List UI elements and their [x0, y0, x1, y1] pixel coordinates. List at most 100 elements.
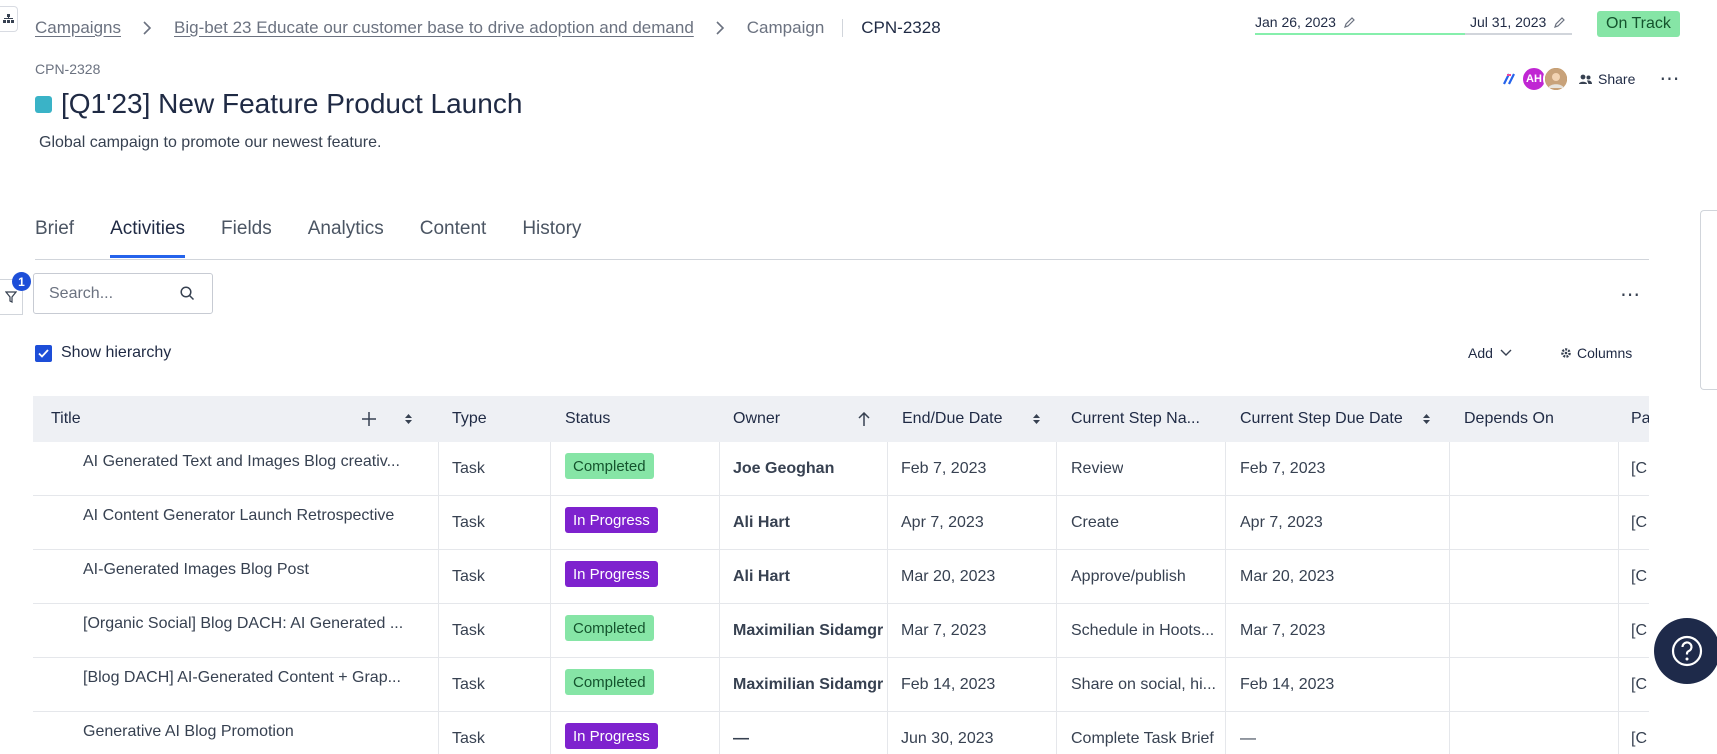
sort-icon[interactable] [1423, 396, 1430, 442]
add-button[interactable]: Add [1468, 345, 1512, 361]
show-hierarchy-toggle[interactable]: Show hierarchy [35, 344, 171, 362]
table-row[interactable]: [Blog DACH] AI-Generated Content + Grap.… [33, 658, 1649, 712]
status-badge[interactable]: Completed [565, 669, 654, 695]
campaign-id: CPN-2328 [35, 61, 101, 77]
cell-type-text: Task [452, 676, 485, 693]
column-divider [438, 442, 439, 754]
tab-history[interactable]: History [522, 218, 581, 260]
status-badge[interactable]: Completed [565, 615, 654, 641]
cell-title-text: Generative AI Blog Promotion [83, 723, 294, 740]
tab-fields[interactable]: Fields [221, 218, 272, 260]
sort-icon[interactable] [405, 396, 412, 442]
cell-step-due-date: Apr 7, 2023 [1240, 496, 1323, 550]
avatar[interactable] [1497, 66, 1523, 92]
cell-current-step-text: Schedule in Hoots... [1071, 622, 1215, 639]
cell-parent-text: [C [1631, 730, 1647, 747]
status-badge[interactable]: In Progress [565, 507, 658, 533]
status-badge[interactable]: In Progress [565, 561, 658, 587]
activities-table: Title Type Status Owner End/Due Date Cur… [33, 396, 1649, 754]
campaign-description: Global campaign to promote our newest fe… [39, 134, 382, 151]
table-row[interactable]: Generative AI Blog Promotion Task In Progr… [33, 712, 1649, 754]
table-more-options-button[interactable]: ⋯ [1620, 282, 1641, 307]
table-row[interactable]: AI-Generated Images Blog Post Task In Prog… [33, 550, 1649, 604]
column-divider [1449, 442, 1450, 754]
owner-name: Joe Geoghan [733, 460, 835, 477]
cell-current-step-text: Approve/publish [1071, 568, 1186, 585]
start-date[interactable]: Jan 26, 2023 [1255, 10, 1356, 34]
pencil-icon[interactable] [1344, 16, 1356, 28]
table-row[interactable]: [Organic Social] Blog DACH: AI Generated… [33, 604, 1649, 658]
end-date-value: Jul 31, 2023 [1470, 14, 1547, 30]
cell-current-step-text: Review [1071, 460, 1124, 477]
column-header-title[interactable]: Title [51, 396, 81, 442]
columns-button[interactable]: Columns [1560, 345, 1632, 361]
column-header-parent[interactable]: Pa [1631, 396, 1649, 442]
hierarchy-icon[interactable] [0, 6, 18, 32]
cell-title[interactable]: AI Generated Text and Images Blog creati… [83, 435, 400, 489]
cell-owner: Joe Geoghan [733, 442, 883, 496]
end-date[interactable]: Jul 31, 2023 [1470, 10, 1566, 34]
cell-title[interactable]: AI-Generated Images Blog Post [83, 543, 309, 597]
cell-parent: [C [1631, 550, 1647, 604]
sort-icon[interactable] [1033, 396, 1040, 442]
cell-parent-text: [C [1631, 460, 1647, 477]
share-button[interactable]: Share [1579, 71, 1635, 87]
cell-title[interactable]: [Organic Social] Blog DACH: AI Generated… [83, 597, 403, 651]
column-header-type[interactable]: Type [452, 396, 487, 442]
gear-icon [1561, 348, 1571, 358]
cell-title[interactable]: AI Content Generator Launch Retrospectiv… [83, 489, 394, 543]
column-header-due-date[interactable]: End/Due Date [902, 396, 1003, 442]
column-header-depends-on[interactable]: Depends On [1464, 396, 1554, 442]
cell-current-step: Create [1071, 496, 1119, 550]
cell-due-date-text: Feb 14, 2023 [901, 676, 996, 693]
column-header-current-step[interactable]: Current Step Na... [1071, 396, 1200, 442]
avatar[interactable] [1543, 66, 1569, 92]
cell-title-text: [Blog DACH] AI-Generated Content + Grap.… [83, 669, 401, 686]
status-badge[interactable]: On Track [1597, 11, 1680, 37]
cell-due-date-text: Feb 7, 2023 [901, 460, 987, 477]
more-options-button[interactable]: ⋯ [1659, 69, 1680, 89]
add-label: Add [1468, 345, 1493, 361]
cell-type: Task [452, 604, 485, 658]
cell-type-text: Task [452, 730, 485, 747]
column-header-owner[interactable]: Owner [733, 396, 780, 442]
column-divider [1056, 442, 1057, 754]
tab-divider [35, 259, 1649, 260]
cell-status: Completed [565, 655, 654, 709]
cell-status: Completed [565, 439, 654, 493]
sort-up-icon[interactable] [858, 396, 870, 442]
tab-content[interactable]: Content [420, 218, 487, 260]
table-row[interactable]: AI Generated Text and Images Blog creati… [33, 442, 1649, 496]
share-label: Share [1598, 71, 1636, 87]
cell-title[interactable]: [Blog DACH] AI-Generated Content + Grap.… [83, 651, 401, 705]
owner-name: Ali Hart [733, 514, 790, 531]
side-panel-handle[interactable] [1700, 210, 1717, 390]
cell-type-text: Task [452, 568, 485, 585]
breadcrumb-parent-link[interactable]: Big-bet 23 Educate our customer base to … [174, 18, 694, 38]
column-divider [550, 442, 551, 754]
tab-bar: Brief Activities Fields Analytics Conten… [35, 218, 617, 260]
cell-title[interactable]: Generative AI Blog Promotion [83, 705, 294, 754]
search-icon[interactable] [180, 286, 195, 306]
cell-type: Task [452, 550, 485, 604]
date-progress-bar [1255, 33, 1572, 35]
tab-brief[interactable]: Brief [35, 218, 74, 260]
breadcrumb-campaigns-link[interactable]: Campaigns [35, 18, 121, 38]
column-header-status[interactable]: Status [565, 396, 610, 442]
cell-type: Task [452, 496, 485, 550]
title-row: [Q1'23] New Feature Product Launch [35, 88, 522, 120]
show-hierarchy-checkbox[interactable] [35, 344, 52, 362]
pencil-icon[interactable] [1554, 16, 1566, 28]
status-badge[interactable]: Completed [565, 453, 654, 479]
status-badge[interactable]: In Progress [565, 723, 658, 749]
cell-type-text: Task [452, 622, 485, 639]
help-button[interactable] [1654, 618, 1717, 684]
tab-analytics[interactable]: Analytics [308, 218, 384, 260]
show-hierarchy-label: Show hierarchy [61, 344, 172, 361]
search-input[interactable] [49, 284, 169, 303]
tab-activities[interactable]: Activities [110, 218, 185, 260]
cell-type: Task [452, 442, 485, 496]
column-header-step-due-date[interactable]: Current Step Due Date [1240, 396, 1403, 442]
column-divider [719, 442, 720, 754]
table-row[interactable]: AI Content Generator Launch Retrospectiv… [33, 496, 1649, 550]
